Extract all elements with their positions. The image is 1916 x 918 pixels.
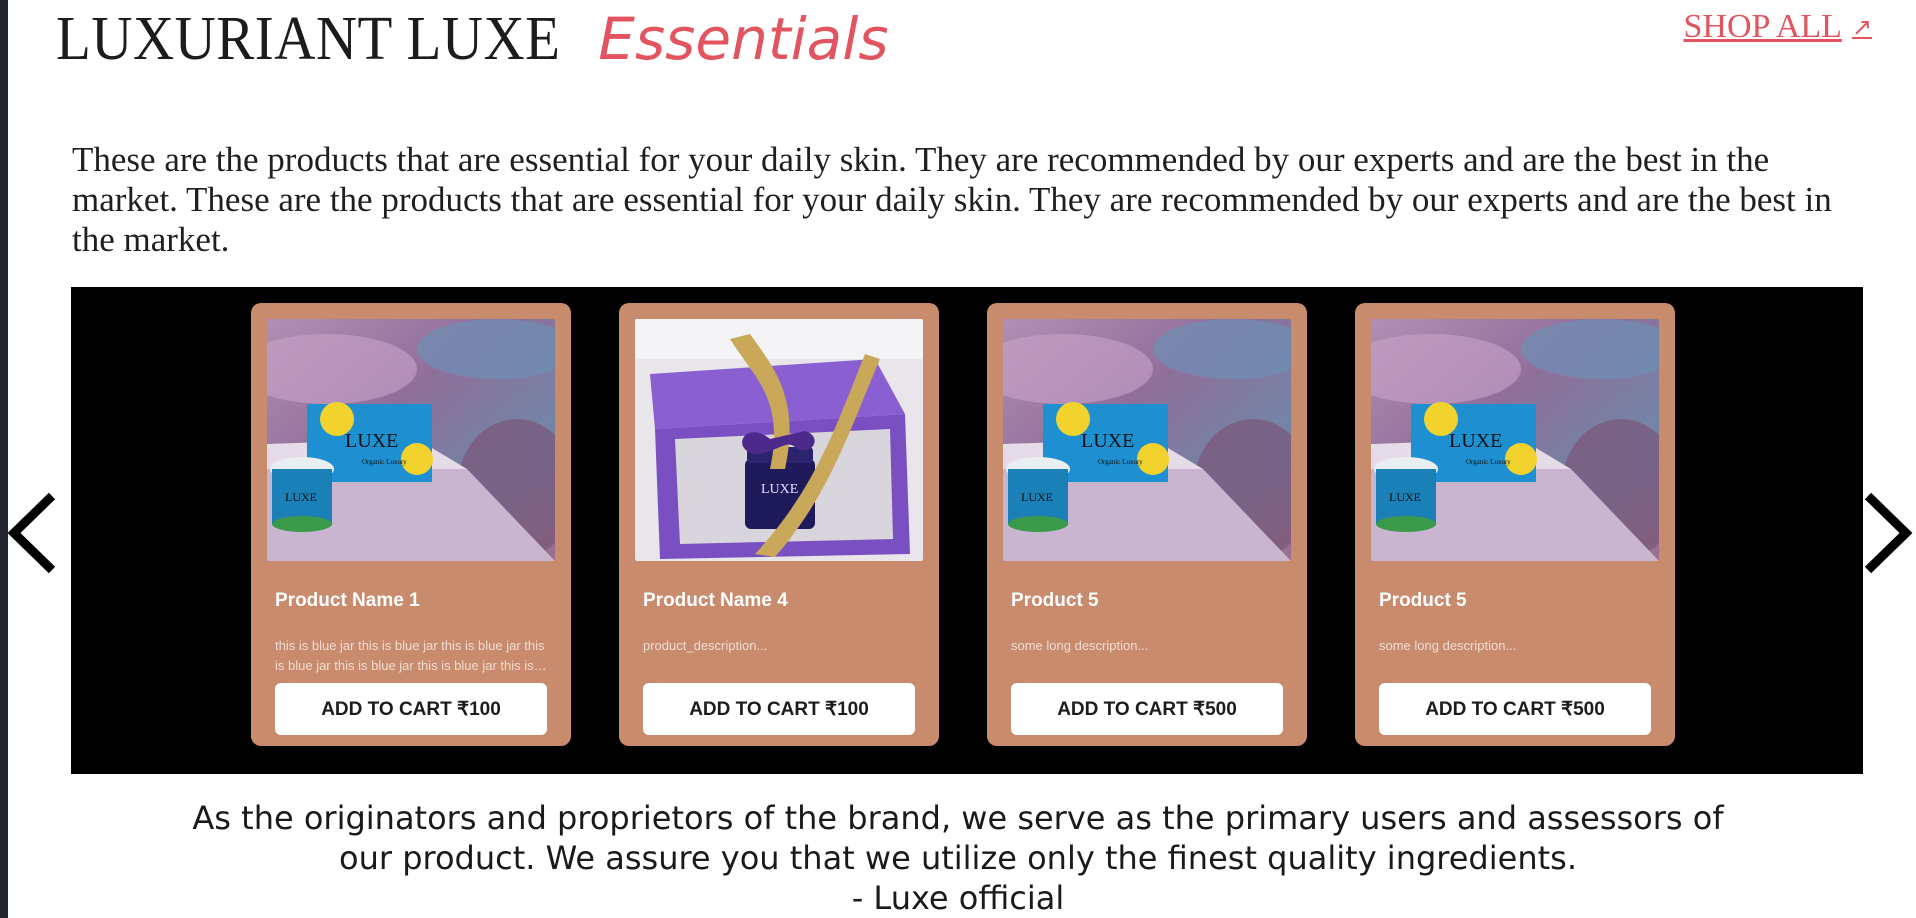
product-image-blue-jar[interactable]: LUXE Organic Luxury LUXE (267, 319, 555, 561)
product-name: Product Name 4 (643, 590, 788, 611)
svg-text:Organic Luxury: Organic Luxury (1098, 458, 1143, 466)
product-carousel: LUXE Organic Luxury LUXE Product Name 1 … (71, 287, 1863, 774)
window-edge (0, 0, 8, 918)
svg-text:Organic Luxury: Organic Luxury (362, 458, 407, 466)
add-to-cart-button[interactable]: ADD TO CART ₹100 (643, 683, 915, 735)
quote-line: our product. We assure you that we utili… (339, 839, 1577, 877)
product-image-blue-jar[interactable]: LUXE Organic Luxury LUXE (1371, 319, 1659, 561)
svg-text:Organic Luxury: Organic Luxury (1466, 458, 1511, 466)
svg-text:LUXE: LUXE (1449, 430, 1502, 452)
section-title-accent: Essentials (598, 5, 889, 73)
product-card[interactable]: LUXE Organic Luxury LUXE Product 5 some … (987, 303, 1307, 746)
chevron-left-icon (7, 492, 56, 574)
add-to-cart-button[interactable]: ADD TO CART ₹100 (275, 683, 547, 735)
section-header: LUXURIANT LUXE Essentials (56, 4, 889, 84)
svg-text:LUXE: LUXE (285, 490, 317, 504)
product-description: some long description... (1011, 638, 1149, 653)
product-description: this is blue jar this is blue jar this i… (275, 638, 545, 673)
product-card[interactable]: LUXE Organic Luxury LUXE Product 5 some … (1355, 303, 1675, 746)
quote-line: As the originators and proprietors of th… (192, 799, 1724, 837)
brand-quote: As the originators and proprietors of th… (0, 798, 1916, 918)
shop-all-link[interactable]: SHOP ALL ↗ (1684, 8, 1873, 46)
product-card[interactable]: LUXE Organic Luxury LUXE Product Name 1 … (251, 303, 571, 746)
svg-text:LUXE: LUXE (1021, 490, 1053, 504)
arrow-up-right-icon: ↗ (1851, 13, 1872, 41)
add-to-cart-button[interactable]: ADD TO CART ₹500 (1011, 683, 1283, 735)
svg-text:LUXE: LUXE (1081, 430, 1134, 452)
product-name: Product 5 (1379, 590, 1467, 611)
svg-text:LUXE: LUXE (345, 430, 398, 452)
product-card[interactable]: LUXE Product Name 4 product_description.… (619, 303, 939, 746)
svg-text:LUXE: LUXE (761, 482, 798, 497)
shop-all-label: SHOP ALL (1683, 8, 1842, 45)
product-image-blue-jar[interactable]: LUXE Organic Luxury LUXE (1003, 319, 1291, 561)
product-name: Product 5 (1011, 590, 1099, 611)
product-description: product_description... (643, 638, 768, 653)
add-to-cart-button[interactable]: ADD TO CART ₹500 (1379, 683, 1651, 735)
chevron-right-icon (1864, 492, 1913, 574)
product-name: Product Name 1 (275, 590, 420, 611)
quote-attribution: - Luxe official (851, 879, 1065, 917)
product-description: some long description... (1379, 638, 1517, 653)
brand-title: LUXURIANT LUXE (56, 5, 561, 73)
carousel-prev-button[interactable] (4, 488, 64, 578)
product-image-gift-box[interactable]: LUXE (635, 319, 923, 561)
section-intro: These are the products that are essentia… (72, 140, 1832, 259)
carousel-next-button[interactable] (1856, 488, 1916, 578)
svg-text:LUXE: LUXE (1389, 490, 1421, 504)
